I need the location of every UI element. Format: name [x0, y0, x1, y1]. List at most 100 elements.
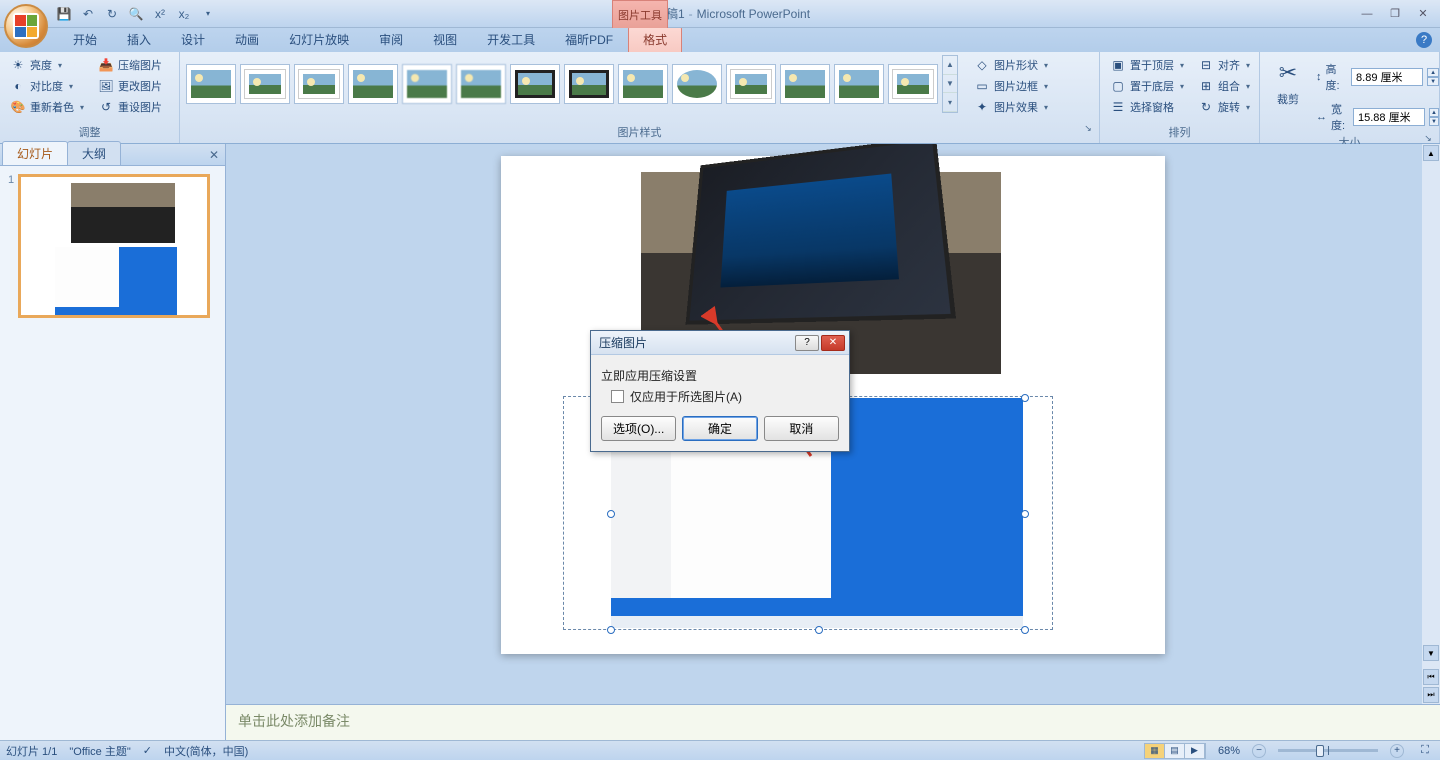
slideshow-view-button[interactable]: ▶ — [1185, 744, 1205, 758]
panel-close-icon[interactable]: ✕ — [209, 148, 219, 162]
reset-picture-button[interactable]: ↺重设图片 — [94, 97, 166, 117]
cancel-button[interactable]: 取消 — [764, 416, 839, 441]
tab-review[interactable]: 审阅 — [364, 26, 418, 52]
align-button[interactable]: ⊟对齐▾ — [1194, 55, 1254, 75]
vertical-scrollbar[interactable]: ▲ ▼ ⏮ ⏭ — [1422, 144, 1440, 704]
picture-shape-button[interactable]: ◇图片形状▾ — [970, 55, 1052, 75]
brightness-button[interactable]: ☀亮度▾ — [6, 55, 88, 75]
picture-style-item[interactable] — [834, 64, 884, 104]
spellcheck-icon[interactable]: ✓ — [143, 744, 152, 757]
qat-dropdown-icon[interactable]: ▾ — [198, 4, 218, 24]
tab-home[interactable]: 开始 — [58, 26, 112, 52]
panel-tab-outline[interactable]: 大纲 — [67, 141, 121, 165]
selection-handle[interactable] — [815, 626, 823, 634]
group-label-adjust: 调整 — [6, 123, 173, 141]
width-input[interactable] — [1353, 108, 1425, 126]
scroll-up-icon[interactable]: ▲ — [943, 56, 957, 75]
close-button[interactable]: ✕ — [1410, 6, 1436, 22]
send-back-button[interactable]: ▢置于底层▾ — [1106, 76, 1188, 96]
picture-style-item[interactable] — [240, 64, 290, 104]
next-slide-icon[interactable]: ⏭ — [1423, 687, 1439, 703]
tab-insert[interactable]: 插入 — [112, 26, 166, 52]
picture-style-item[interactable] — [888, 64, 938, 104]
selection-handle[interactable] — [1021, 626, 1029, 634]
group-button[interactable]: ⊞组合▾ — [1194, 76, 1254, 96]
change-picture-button[interactable]: 🖼更改图片 — [94, 76, 166, 96]
superscript-icon[interactable]: x² — [150, 4, 170, 24]
tab-developer[interactable]: 开发工具 — [472, 26, 550, 52]
dialog-titlebar[interactable]: 压缩图片 ? ✕ — [591, 331, 849, 355]
dialog-help-button[interactable]: ? — [795, 335, 819, 351]
selection-handle[interactable] — [1021, 510, 1029, 518]
picture-style-item[interactable] — [402, 64, 452, 104]
prev-slide-icon[interactable]: ⏮ — [1423, 669, 1439, 685]
slide-thumbnail[interactable]: 1 — [8, 174, 217, 318]
height-spinner[interactable]: ▲▼ — [1427, 68, 1439, 86]
scroll-up-icon[interactable]: ▲ — [1423, 145, 1439, 161]
picture-style-item[interactable] — [564, 64, 614, 104]
tab-slideshow[interactable]: 幻灯片放映 — [274, 26, 364, 52]
height-input[interactable] — [1351, 68, 1423, 86]
gallery-scroll[interactable]: ▲▼▾ — [942, 55, 958, 113]
options-button[interactable]: 选项(O)... — [601, 416, 676, 441]
zoom-slider[interactable] — [1278, 749, 1378, 752]
dialog-launcher-icon[interactable]: ↘ — [1081, 123, 1095, 137]
picture-style-item[interactable] — [510, 64, 560, 104]
picture-effects-button[interactable]: ✦图片效果▾ — [970, 97, 1052, 117]
rotate-button[interactable]: ↻旋转▾ — [1194, 97, 1254, 117]
office-button[interactable] — [4, 4, 48, 48]
selection-pane-button[interactable]: ☰选择窗格 — [1106, 97, 1188, 117]
print-preview-icon[interactable]: 🔍 — [126, 4, 146, 24]
zoom-level[interactable]: 68% — [1218, 745, 1240, 757]
picture-style-item[interactable] — [618, 64, 668, 104]
zoom-out-button[interactable]: − — [1252, 744, 1266, 758]
minimize-button[interactable]: — — [1354, 6, 1380, 22]
thumbnail-preview — [18, 174, 210, 318]
selection-handle[interactable] — [607, 510, 615, 518]
language-indicator[interactable]: 中文(简体，中国) — [164, 743, 248, 759]
tab-animation[interactable]: 动画 — [220, 26, 274, 52]
normal-view-button[interactable]: ▦ — [1145, 744, 1165, 758]
width-spinner[interactable]: ▲▼ — [1429, 108, 1439, 126]
gallery-expand-icon[interactable]: ▾ — [943, 93, 957, 112]
picture-border-button[interactable]: ▭图片边框▾ — [970, 76, 1052, 96]
fit-window-button[interactable]: ⛶ — [1416, 744, 1434, 757]
restore-button[interactable]: ❐ — [1382, 6, 1408, 22]
tab-format[interactable]: 格式 — [628, 26, 682, 52]
crop-icon: ✂ — [1272, 57, 1304, 89]
picture-style-item[interactable] — [186, 64, 236, 104]
scroll-down-icon[interactable]: ▼ — [1423, 645, 1439, 661]
picture-style-item[interactable] — [672, 64, 722, 104]
save-icon[interactable]: 💾 — [54, 4, 74, 24]
panel-tab-slides[interactable]: 幻灯片 — [2, 141, 68, 165]
picture-style-item[interactable] — [456, 64, 506, 104]
ribbon-group-arrange: ▣置于顶层▾ ▢置于底层▾ ☰选择窗格 ⊟对齐▾ ⊞组合▾ ↻旋转▾ 排列 — [1100, 52, 1260, 143]
contrast-button[interactable]: ◐对比度▾ — [6, 76, 88, 96]
selection-handle[interactable] — [607, 626, 615, 634]
subscript-icon[interactable]: x₂ — [174, 4, 194, 24]
compress-pictures-button[interactable]: 📥压缩图片 — [94, 55, 166, 75]
crop-button[interactable]: ✂裁剪 — [1266, 55, 1310, 109]
slide-panel: 幻灯片 大纲 ✕ 1 — [0, 144, 226, 740]
notes-pane[interactable]: 单击此处添加备注 — [226, 704, 1440, 740]
recolor-button[interactable]: 🎨重新着色▾ — [6, 97, 88, 117]
undo-icon[interactable]: ↶ — [78, 4, 98, 24]
help-icon[interactable]: ? — [1416, 32, 1432, 48]
zoom-in-button[interactable]: + — [1390, 744, 1404, 758]
picture-style-item[interactable] — [780, 64, 830, 104]
ribbon-group-adjust: ☀亮度▾ ◐对比度▾ 🎨重新着色▾ 📥压缩图片 🖼更改图片 ↺重设图片 调整 — [0, 52, 180, 143]
selection-handle[interactable] — [1021, 394, 1029, 402]
scroll-down-icon[interactable]: ▼ — [943, 75, 957, 94]
ok-button[interactable]: 确定 — [682, 416, 757, 441]
picture-style-item[interactable] — [348, 64, 398, 104]
bring-front-button[interactable]: ▣置于顶层▾ — [1106, 55, 1188, 75]
tab-design[interactable]: 设计 — [166, 26, 220, 52]
picture-style-item[interactable] — [726, 64, 776, 104]
apply-only-selected-checkbox[interactable]: 仅应用于所选图片(A) — [611, 388, 742, 405]
tab-view[interactable]: 视图 — [418, 26, 472, 52]
redo-icon[interactable]: ↻ — [102, 4, 122, 24]
tab-foxit-pdf[interactable]: 福昕PDF — [550, 26, 628, 52]
picture-style-item[interactable] — [294, 64, 344, 104]
dialog-close-button[interactable]: ✕ — [821, 335, 845, 351]
sorter-view-button[interactable]: ▤ — [1165, 744, 1185, 758]
